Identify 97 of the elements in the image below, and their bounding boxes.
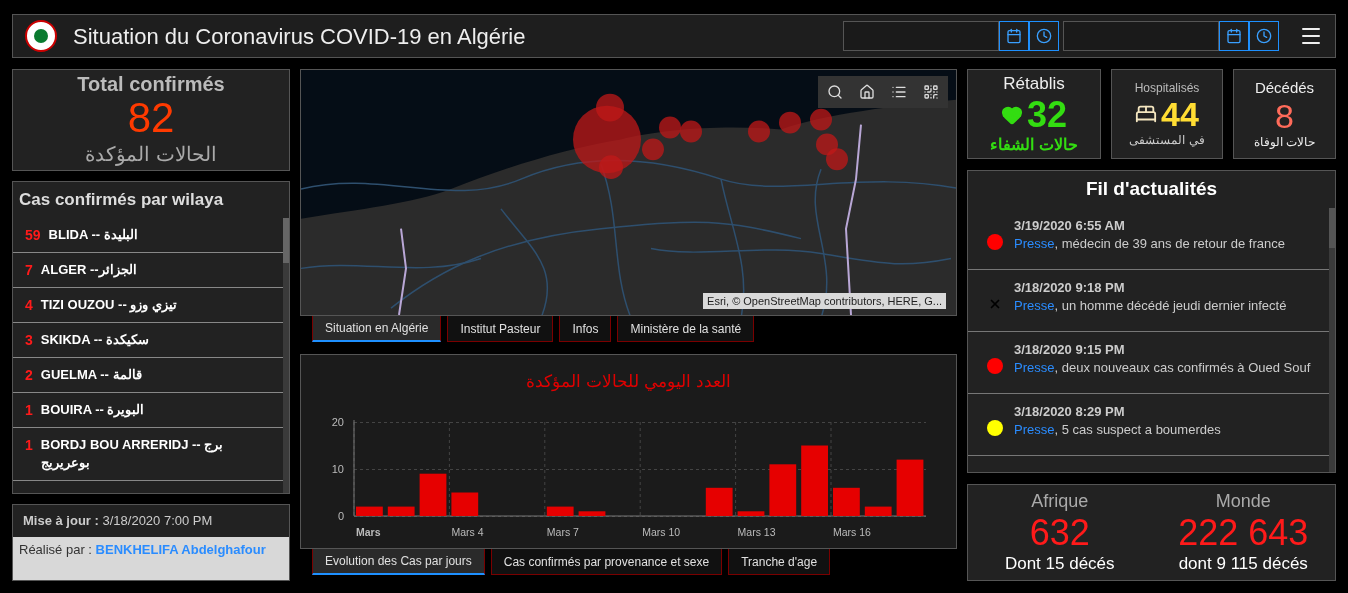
tab[interactable]: Institut Pasteur	[447, 316, 554, 342]
news-text: Presse, 5 cas suspect a boumerdes	[1014, 421, 1221, 439]
case-count: 2	[25, 365, 33, 384]
stat-title: Décédés	[1254, 77, 1315, 98]
axis-label: Mars 10	[642, 525, 681, 538]
region-label: Afrique	[1031, 490, 1089, 514]
axis-label: Mars 16	[833, 525, 871, 538]
news-date: 3/19/2020 6:55 AM	[1014, 216, 1126, 235]
map-panel[interactable]: Esri, © OpenStreetMap contributors, HERE, G...	[300, 69, 957, 316]
bar	[419, 473, 447, 516]
bar	[546, 506, 574, 516]
wilaya-name: BORDJ BOU ARRERIDJ -- برج بوعريريج	[40, 435, 225, 472]
calendar-button[interactable]	[1219, 21, 1249, 51]
tab[interactable]: Tranche d'age	[728, 549, 831, 575]
stat-subtitle: حالات الوفاة	[1253, 134, 1316, 152]
case-count: 1	[25, 400, 33, 419]
bar	[356, 506, 383, 516]
bar	[864, 506, 892, 516]
logo-icon	[25, 20, 57, 52]
clock-icon	[1036, 28, 1052, 44]
stat-subtitle: حالات الشفاء	[990, 134, 1078, 155]
tab[interactable]: Evolution des Cas par jours	[312, 549, 485, 575]
wilaya-name: BLIDA -- البليدة	[48, 225, 138, 244]
region-deaths: Dont 15 décés	[1004, 553, 1115, 576]
page-title: Situation du Coronavirus COVID-19 en Algérie	[73, 22, 526, 51]
stat-title: Rétablis	[1003, 73, 1065, 96]
news-date: 3/18/2020 9:18 PM	[1014, 278, 1126, 297]
bar	[769, 463, 797, 516]
panel-title: Cas confirmés par wilaya	[18, 189, 225, 211]
axis-label: Mars 4	[451, 525, 484, 538]
author-name: BENKHELIFA Abdelghafour	[95, 541, 266, 557]
search-icon	[827, 84, 843, 100]
clock-icon	[1256, 28, 1272, 44]
update-value: 3/18/2020 7:00 PM	[102, 513, 213, 528]
tab[interactable]: Cas confirmés par provenance et sexe	[490, 549, 723, 575]
total-title: Total confirmés	[77, 71, 225, 97]
stat-value: 44	[1161, 97, 1199, 131]
stat-value: 8	[1275, 99, 1294, 134]
panel-title: Fil d'actualités	[1084, 177, 1219, 201]
bar	[737, 510, 765, 516]
bar	[833, 487, 860, 516]
wilaya-name: SKIKDA -- سكيكدة	[40, 330, 150, 349]
calendar-button[interactable]	[999, 21, 1029, 51]
region-deaths: dont 9 115 décés	[1178, 553, 1308, 576]
wilaya-name: ALGER --الجزائر	[40, 260, 137, 279]
calendar-icon	[1006, 28, 1022, 44]
case-count: 4	[25, 295, 33, 314]
wilaya-name: TIZI OUZOU -- تيزي وزو	[40, 295, 177, 314]
news-text: Presse, médecin de 39 ans de retour de france	[1014, 235, 1285, 253]
clock-button[interactable]	[1029, 21, 1059, 51]
news-text: Presse, un homme décédé jeudi dernier infecté	[1014, 297, 1287, 315]
scrollbar[interactable]	[1329, 207, 1335, 472]
region-value: 222 643	[1178, 515, 1309, 552]
tab[interactable]: Infos	[559, 316, 612, 342]
bar	[578, 510, 606, 516]
axis-label: Mars 13	[737, 525, 776, 538]
cross-icon	[988, 297, 1002, 311]
stat-subtitle: في المستشفى	[1129, 132, 1205, 149]
bar	[705, 487, 733, 516]
case-count: 3	[25, 330, 33, 349]
wilaya-name: BOUIRA -- البويرة	[40, 400, 145, 419]
case-count: 7	[25, 260, 33, 279]
stat-title: Hospitalisés	[1134, 80, 1200, 97]
axis-label: Mars 7	[546, 525, 579, 538]
clock-button[interactable]	[1249, 21, 1279, 51]
bar	[387, 506, 415, 516]
bar	[801, 445, 828, 516]
date-field[interactable]	[1063, 21, 1219, 51]
author-label: Réalisé par :	[19, 541, 92, 557]
axis-label: 0	[337, 509, 344, 522]
news-date: 3/18/2020 9:15 PM	[1014, 340, 1126, 359]
calendar-icon	[1226, 28, 1242, 44]
bar	[451, 492, 479, 516]
axis-label: 20	[331, 415, 344, 428]
grid-icon	[923, 84, 939, 100]
total-subtitle: الحالات المؤكدة	[85, 141, 217, 168]
tab[interactable]: Ministère de la santé	[617, 316, 755, 342]
home-icon	[859, 84, 875, 100]
case-count: 59	[25, 225, 41, 244]
chart-title: العدد اليومي للحالات المؤكدة	[525, 371, 732, 394]
stat-value: 32	[1026, 96, 1067, 133]
date-field[interactable]	[843, 21, 999, 51]
region-label: Monde	[1215, 490, 1271, 514]
scrollbar[interactable]	[283, 217, 289, 493]
axis-label: Mars	[356, 525, 381, 538]
news-date: 3/18/2020 8:29 PM	[1014, 402, 1126, 421]
bed-icon	[1135, 103, 1158, 125]
total-value: 82	[127, 96, 175, 139]
list-icon	[891, 84, 907, 100]
bar	[896, 459, 924, 516]
news-text: Presse, deux nouveaux cas confirmés à Oued Souf	[1014, 359, 1311, 377]
wilaya-name: GUELMA -- قالمة	[40, 365, 142, 384]
case-count: 1	[25, 435, 33, 454]
update-label: Mise à jour :	[23, 513, 99, 528]
tab[interactable]: Situation en Algérie	[312, 316, 442, 342]
region-value: 632	[1029, 515, 1090, 552]
axis-label: 10	[331, 462, 344, 475]
